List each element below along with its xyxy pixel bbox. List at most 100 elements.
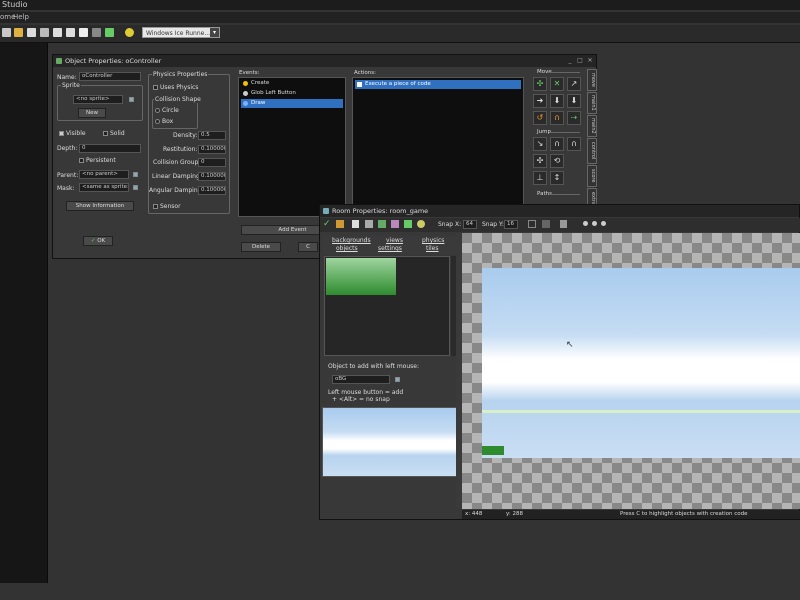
isometric-icon[interactable] [542, 220, 550, 228]
mask-field[interactable]: <same as sprite> [79, 183, 129, 192]
sensor-checkbox[interactable] [153, 204, 158, 209]
bounce-icon[interactable]: ↕ [550, 171, 564, 185]
visible-checkbox[interactable] [59, 131, 64, 136]
create-executable-icon[interactable] [40, 28, 49, 37]
restitution-field[interactable]: 0.1000000 [198, 145, 226, 154]
zoom-in-icon[interactable] [601, 221, 606, 226]
density-field[interactable]: 0.5 [198, 131, 226, 140]
undo-icon[interactable] [336, 220, 344, 228]
mask-menu-icon[interactable] [133, 185, 138, 190]
room-minimap[interactable] [322, 407, 459, 477]
plus-icon[interactable] [105, 28, 114, 37]
move-to-contact-icon[interactable]: ⊥ [533, 171, 547, 185]
move-free-icon[interactable]: ✕ [550, 77, 564, 91]
angular-damping-field[interactable]: 0.1000000 [198, 186, 226, 195]
reverse-vertical-icon[interactable]: ∩ [550, 111, 564, 125]
align-to-grid-icon[interactable]: ✣ [533, 154, 547, 168]
move-fixed-icon[interactable]: ✣ [533, 77, 547, 91]
new-sprite-button[interactable]: New [78, 108, 106, 118]
maximize-icon[interactable]: □ [576, 57, 584, 64]
collision-group-field[interactable]: 0 [198, 158, 226, 167]
open-project-icon[interactable] [14, 28, 23, 37]
parent-field[interactable]: <no parent> [79, 170, 129, 179]
move-towards-icon[interactable]: ↗ [567, 77, 581, 91]
shape-box-radio[interactable] [155, 119, 160, 124]
text-cursor-icon[interactable] [53, 28, 62, 37]
tab-move[interactable]: move [587, 69, 597, 91]
name-field[interactable]: oController [79, 72, 141, 81]
solid-checkbox[interactable] [103, 131, 108, 136]
jump-to-random-icon[interactable]: ∩ [567, 137, 581, 151]
ok-button[interactable]: ✓ OK [83, 236, 113, 246]
jump-to-start-icon[interactable]: ∩ [550, 137, 564, 151]
collision-shape-group [152, 99, 198, 129]
tab-backgrounds[interactable]: backgrounds [332, 237, 371, 244]
sprite-icon[interactable] [66, 28, 75, 37]
resource-tree-panel[interactable] [0, 43, 48, 583]
friction-icon[interactable]: ⇢ [567, 111, 581, 125]
object-menu-icon[interactable] [395, 377, 400, 382]
canvas-splitter[interactable] [456, 233, 462, 509]
snap-y-field[interactable]: 16 [504, 220, 518, 229]
sprite-menu-icon[interactable] [129, 97, 134, 102]
show-icon[interactable] [560, 220, 567, 228]
clear-icon[interactable] [365, 220, 373, 228]
sort-icon[interactable] [391, 220, 399, 228]
menu-item-help[interactable]: Help [13, 12, 29, 23]
grid-icon[interactable] [92, 28, 101, 37]
event-draw[interactable]: Draw [241, 99, 343, 108]
minimize-icon[interactable]: _ [566, 57, 574, 64]
save-icon[interactable] [27, 28, 36, 37]
depth-label: Depth: [57, 145, 78, 152]
action-execute-code[interactable]: Execute a piece of code [355, 80, 521, 89]
room-canvas[interactable]: ↖ [462, 233, 800, 509]
close-icon[interactable]: ✕ [586, 57, 594, 64]
tab-tiles[interactable]: tiles [426, 245, 439, 252]
run-icon[interactable] [125, 28, 134, 37]
object-window-titlebar[interactable]: Object Properties: oController _ □ ✕ [53, 55, 596, 67]
depth-field[interactable]: 0 [79, 144, 141, 153]
zoom-reset-icon[interactable] [592, 221, 597, 226]
reverse-horizontal-icon[interactable]: ↺ [533, 111, 547, 125]
new-project-icon[interactable] [2, 28, 11, 37]
linear-damping-field[interactable]: 0.1000000 [198, 172, 226, 181]
event-create-label: Create [251, 80, 270, 86]
tab-settings[interactable]: settings [378, 245, 402, 252]
snap-x-field[interactable]: 64 [463, 220, 477, 229]
object-select-field[interactable]: oBG [332, 375, 390, 384]
wrap-screen-icon[interactable]: ⟲ [550, 154, 564, 168]
chevron-down-icon[interactable]: ▾ [210, 28, 219, 37]
target-select[interactable]: Windows Ice Runne... ▾ [142, 27, 220, 38]
events-list[interactable]: Create Glob Left Button Draw [238, 77, 346, 217]
event-glob-left-button[interactable]: Glob Left Button [241, 89, 343, 98]
zoom-out-icon[interactable] [583, 221, 588, 226]
uses-physics-checkbox[interactable] [153, 85, 158, 90]
gravity-icon[interactable]: ⬇ [567, 94, 581, 108]
tab-control[interactable]: control [587, 138, 597, 164]
speed-horizontal-icon[interactable]: ➜ [533, 94, 547, 108]
parent-menu-icon[interactable] [133, 172, 138, 177]
event-create[interactable]: Create [241, 79, 343, 88]
unlock-icon[interactable] [417, 220, 425, 228]
persistent-checkbox[interactable] [79, 158, 84, 163]
room-window-titlebar[interactable]: Room Properties: room_game [320, 205, 799, 217]
show-information-button[interactable]: Show Information [66, 201, 134, 211]
speed-vertical-icon[interactable]: ⬇ [550, 94, 564, 108]
jump-to-position-icon[interactable]: ↘ [533, 137, 547, 151]
grid-toggle-icon[interactable] [528, 220, 536, 228]
ok-checkmark-icon[interactable]: ✓ [323, 219, 331, 229]
tab-main2[interactable]: main2 [587, 115, 597, 137]
change-event-button[interactable]: C [298, 242, 318, 252]
tab-objects[interactable]: objects [336, 245, 358, 252]
delete-event-button[interactable]: Delete [241, 242, 281, 252]
shape-circle-radio[interactable] [155, 108, 160, 113]
tab-views[interactable]: views [386, 237, 403, 244]
tab-physics[interactable]: physics [422, 237, 444, 244]
tab-score[interactable]: score [587, 165, 597, 187]
lock-icon[interactable] [404, 220, 412, 228]
tab-main1[interactable]: main1 [587, 92, 597, 114]
sprite-field[interactable]: <no sprite> [73, 95, 123, 104]
new-page-icon[interactable] [352, 220, 359, 228]
document-icon[interactable] [79, 28, 88, 37]
shift-icon[interactable] [378, 220, 386, 228]
